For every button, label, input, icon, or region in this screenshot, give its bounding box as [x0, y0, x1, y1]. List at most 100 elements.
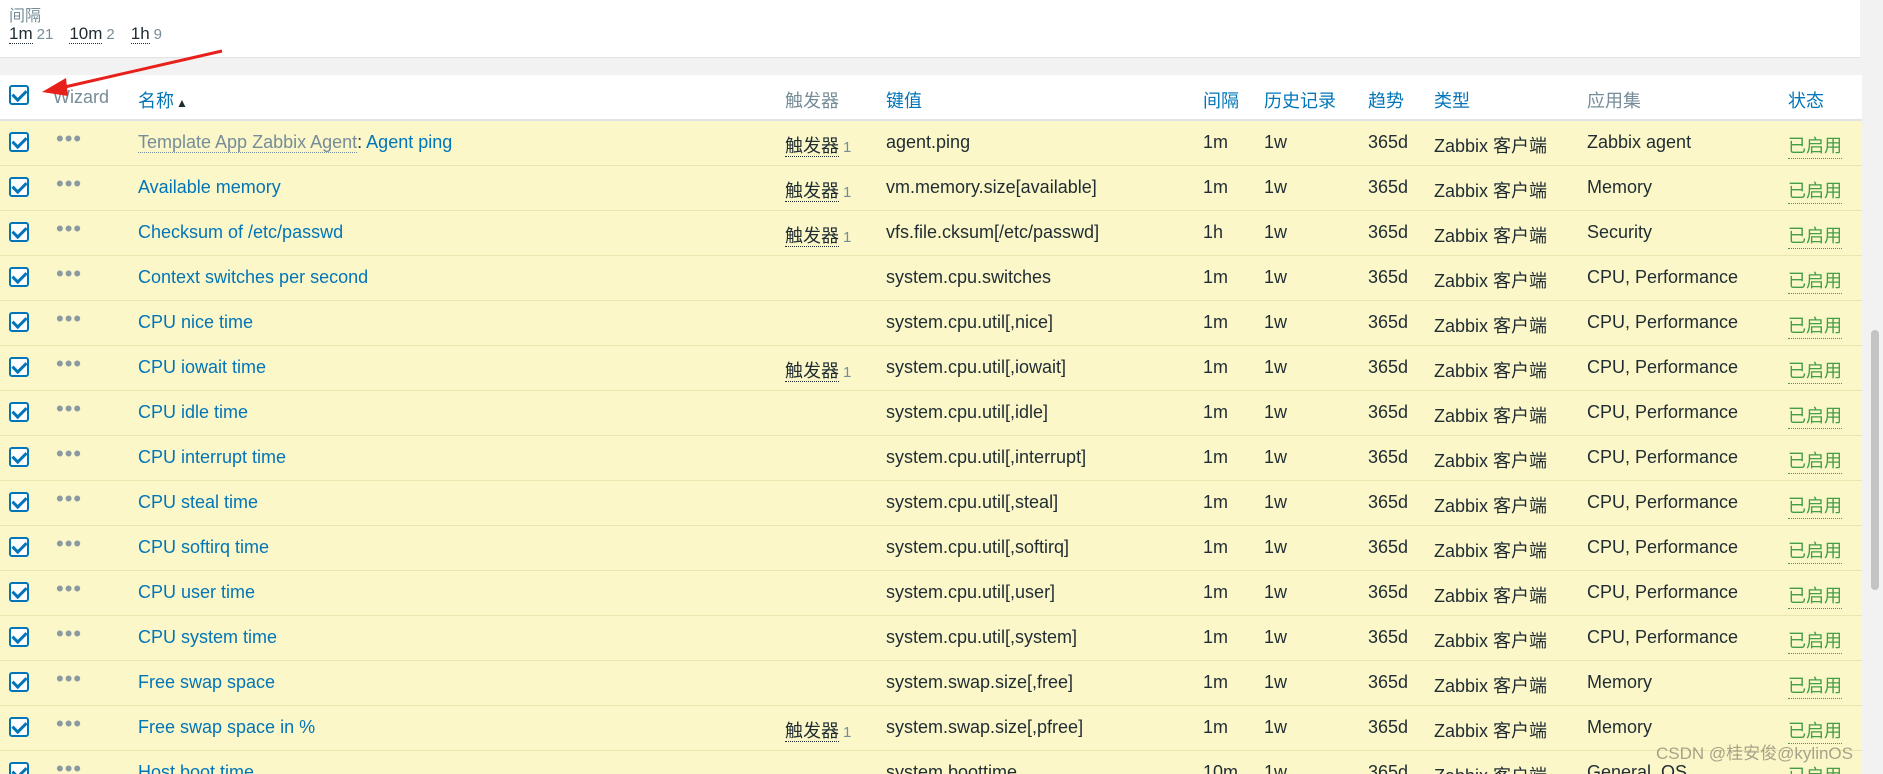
more-options-icon[interactable]: ••• — [56, 398, 82, 420]
status-toggle[interactable]: 已启用 — [1788, 582, 1842, 609]
row-checkbox[interactable] — [9, 492, 29, 512]
status-toggle[interactable]: 已启用 — [1788, 222, 1842, 249]
triggers-cell: 触发器 1 — [785, 717, 851, 743]
page-scrollbar[interactable] — [1867, 0, 1883, 774]
row-checkbox[interactable] — [9, 132, 29, 152]
status-toggle[interactable]: 已启用 — [1788, 312, 1842, 339]
column-header-type[interactable]: 类型 — [1434, 87, 1470, 113]
trigger-count: 1 — [843, 184, 852, 201]
item-history: 1w — [1264, 312, 1288, 332]
triggers-link[interactable]: 触发器 — [785, 361, 839, 382]
triggers-link[interactable]: 触发器 — [785, 136, 839, 157]
triggers-cell: 触发器 1 — [785, 132, 851, 158]
row-checkbox[interactable] — [9, 627, 29, 647]
more-options-icon[interactable]: ••• — [56, 353, 82, 375]
triggers-link[interactable]: 触发器 — [785, 226, 839, 247]
row-checkbox[interactable] — [9, 672, 29, 692]
item-trends: 365d — [1368, 537, 1409, 557]
item-name-link[interactable]: Host boot time — [138, 762, 254, 774]
row-checkbox[interactable] — [9, 312, 29, 332]
interval-filter-value[interactable]: 10m — [69, 25, 103, 44]
row-checkbox[interactable] — [9, 357, 29, 377]
item-name-link[interactable]: CPU steal time — [138, 492, 258, 513]
item-name-link[interactable]: CPU iowait time — [138, 357, 266, 378]
item-applications: CPU, Performance — [1587, 582, 1739, 602]
scrollbar-thumb[interactable] — [1871, 330, 1879, 590]
column-header-key[interactable]: 键值 — [886, 87, 922, 113]
more-options-icon[interactable]: ••• — [56, 668, 82, 690]
triggers-cell: 触发器 1 — [785, 357, 851, 383]
more-options-icon[interactable]: ••• — [56, 173, 82, 195]
item-trends: 365d — [1368, 177, 1409, 197]
more-options-icon[interactable]: ••• — [56, 758, 82, 774]
row-checkbox[interactable] — [9, 402, 29, 422]
status-toggle[interactable]: 已启用 — [1788, 132, 1842, 159]
row-checkbox[interactable] — [9, 447, 29, 467]
interval-filter-value[interactable]: 1h — [130, 25, 150, 44]
status-toggle[interactable]: 已启用 — [1788, 177, 1842, 204]
column-header-status[interactable]: 状态 — [1788, 87, 1824, 113]
item-type: Zabbix 客户端 — [1434, 181, 1548, 201]
more-options-icon[interactable]: ••• — [56, 488, 82, 510]
row-checkbox[interactable] — [9, 717, 29, 737]
item-name-link[interactable]: CPU idle time — [138, 402, 248, 423]
item-name-link[interactable]: Available memory — [138, 177, 281, 198]
item-name-link[interactable]: CPU system time — [138, 627, 277, 648]
status-toggle[interactable]: 已启用 — [1788, 447, 1842, 474]
interval-filter-1m[interactable]: 1m 21 — [9, 25, 53, 44]
more-options-icon[interactable]: ••• — [56, 578, 82, 600]
trigger-count: 1 — [843, 364, 852, 381]
column-header-trends[interactable]: 趋势 — [1368, 87, 1404, 113]
row-checkbox[interactable] — [9, 582, 29, 602]
status-toggle[interactable]: 已启用 — [1788, 537, 1842, 564]
item-name-link[interactable]: Agent ping — [366, 132, 452, 152]
column-header-name-label[interactable]: 名称 — [138, 91, 174, 111]
item-interval: 1m — [1203, 582, 1229, 602]
status-toggle[interactable]: 已启用 — [1788, 627, 1842, 654]
row-checkbox[interactable] — [9, 177, 29, 197]
item-name-link[interactable]: Checksum of /etc/passwd — [138, 222, 343, 243]
more-options-icon[interactable]: ••• — [56, 623, 82, 645]
more-options-icon[interactable]: ••• — [56, 218, 82, 240]
item-name-link[interactable]: CPU nice time — [138, 312, 253, 333]
more-options-icon[interactable]: ••• — [56, 443, 82, 465]
item-interval: 1m — [1203, 492, 1229, 512]
item-name-link[interactable]: Context switches per second — [138, 267, 368, 288]
more-options-icon[interactable]: ••• — [56, 128, 82, 150]
trigger-count: 1 — [843, 139, 852, 156]
row-checkbox[interactable] — [9, 267, 29, 287]
status-toggle[interactable]: 已启用 — [1788, 402, 1842, 429]
item-history: 1w — [1264, 222, 1288, 242]
interval-filter-1h[interactable]: 1h 9 — [130, 25, 162, 44]
item-interval: 1m — [1203, 717, 1229, 737]
item-trends: 365d — [1368, 357, 1409, 377]
triggers-link[interactable]: 触发器 — [785, 721, 839, 742]
column-header-name[interactable]: 名称 ▲ — [138, 87, 188, 113]
status-toggle[interactable]: 已启用 — [1788, 357, 1842, 384]
item-name-link[interactable]: Free swap space — [138, 672, 275, 693]
status-toggle[interactable]: 已启用 — [1788, 672, 1842, 699]
row-checkbox[interactable] — [9, 222, 29, 242]
status-toggle[interactable]: 已启用 — [1788, 492, 1842, 519]
interval-filter-value[interactable]: 1m — [9, 25, 33, 44]
template-link[interactable]: Template App Zabbix Agent — [138, 132, 358, 153]
column-header-history[interactable]: 历史记录 — [1264, 87, 1336, 113]
status-toggle[interactable]: 已启用 — [1788, 267, 1842, 294]
row-checkbox[interactable] — [9, 762, 29, 774]
column-header-interval[interactable]: 间隔 — [1203, 87, 1239, 113]
item-interval: 1m — [1203, 267, 1229, 287]
item-name-link[interactable]: CPU interrupt time — [138, 447, 286, 468]
item-name-link[interactable]: CPU user time — [138, 582, 255, 603]
triggers-link[interactable]: 触发器 — [785, 181, 839, 202]
more-options-icon[interactable]: ••• — [56, 533, 82, 555]
select-all-checkbox[interactable] — [9, 85, 29, 105]
interval-filter-10m[interactable]: 10m 2 — [69, 25, 115, 44]
item-history: 1w — [1264, 357, 1288, 377]
row-checkbox[interactable] — [9, 537, 29, 557]
item-type: Zabbix 客户端 — [1434, 721, 1548, 741]
item-name-link[interactable]: Free swap space in % — [138, 717, 315, 738]
more-options-icon[interactable]: ••• — [56, 263, 82, 285]
item-name-link[interactable]: CPU softirq time — [138, 537, 269, 558]
more-options-icon[interactable]: ••• — [56, 713, 82, 735]
more-options-icon[interactable]: ••• — [56, 308, 82, 330]
